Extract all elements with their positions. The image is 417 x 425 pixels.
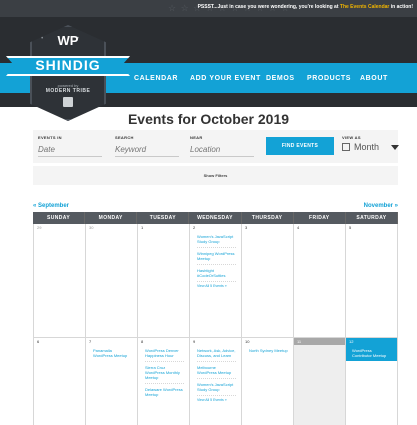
- calendar-icon: [342, 143, 350, 151]
- promo-suffix: in action!: [390, 4, 413, 10]
- promo-text: PSSST...Just in case you were wondering,…: [198, 4, 413, 10]
- day-number[interactable]: 12: [346, 338, 397, 345]
- day-number[interactable]: 3: [242, 224, 293, 231]
- day-cell: 11: [294, 338, 346, 425]
- event-link[interactable]: Panamalla WordPress Meetup: [93, 346, 132, 361]
- site-header: CALENDAR ADD YOUR EVENT DEMOS PRODUCTS A…: [0, 17, 417, 121]
- day-cell: 12 WordPress Contributor Meetup: [346, 338, 398, 425]
- event-link[interactable]: Melbourne WordPress Meetup: [197, 363, 236, 379]
- day-number[interactable]: 8: [138, 338, 189, 345]
- find-events-button[interactable]: FIND EVENTS: [266, 137, 334, 155]
- show-filters-button[interactable]: Show Filters: [33, 166, 398, 185]
- view-as-label: VIEW AS: [342, 135, 361, 140]
- event-link[interactable]: North Sydney Meetup: [249, 346, 288, 356]
- logo-brand: MODERN TRIBE: [45, 88, 91, 94]
- calendar-week: 6 7 Panamalla WordPress Meetup 8 WordPress D…: [33, 338, 398, 425]
- day-cell: 2 Women's JavaScript Study Group Winnipeg …: [190, 224, 242, 338]
- view-all-events-link[interactable]: View All 5 Events »: [197, 398, 241, 402]
- weekday-monday: MONDAY: [85, 212, 138, 224]
- day-cell: 7 Panamalla WordPress Meetup: [86, 338, 138, 425]
- calendar-weeks: 29 30 1 2 Women's JavaScript Study Group Winn…: [33, 224, 398, 425]
- view-all-events-link[interactable]: View All 5 Events »: [197, 284, 241, 288]
- day-number[interactable]: 1: [138, 224, 189, 231]
- day-number[interactable]: 7: [86, 338, 137, 345]
- day-number[interactable]: 11: [294, 338, 345, 345]
- logo-wp: WP: [57, 33, 79, 48]
- view-as-select[interactable]: Month: [342, 142, 400, 152]
- events-in-label: EVENTS IN: [38, 135, 62, 140]
- day-cell: 6: [34, 338, 86, 425]
- day-cell: 29: [34, 224, 86, 338]
- weekday-friday: FRIDAY: [294, 212, 346, 224]
- day-cell: 30: [86, 224, 138, 338]
- prev-month-link[interactable]: « September: [33, 203, 69, 209]
- page: ☆ ☆ ☆ ☆ ☆ ☆ ☆ ☆ ☆ ☆ PSSST...Just in case…: [0, 0, 417, 425]
- event-link[interactable]: WordPress Denver Happiness Hour: [145, 346, 184, 362]
- day-number[interactable]: 6: [34, 338, 85, 345]
- promo-link[interactable]: The Events Calendar: [340, 4, 389, 10]
- day-number[interactable]: 30: [86, 224, 137, 231]
- day-number[interactable]: 10: [242, 338, 293, 345]
- nav-about[interactable]: ABOUT: [360, 63, 388, 93]
- event-link[interactable]: Winnipeg WordPress Meetup: [197, 249, 236, 265]
- day-number[interactable]: 4: [294, 224, 345, 231]
- day-cell: 4: [294, 224, 346, 338]
- event-link[interactable]: Women's JavaScript Study Group: [197, 232, 236, 248]
- nav-demos[interactable]: DEMOS: [266, 63, 295, 93]
- day-cell: 3: [242, 224, 294, 338]
- day-number[interactable]: 2: [190, 224, 241, 231]
- nav-products[interactable]: PRODUCTS: [307, 63, 351, 93]
- date-input[interactable]: [38, 143, 102, 157]
- event-link[interactable]: Delaware WordPress Meetup: [145, 385, 184, 400]
- nav-calendar[interactable]: CALENDAR: [134, 63, 178, 93]
- event-link[interactable]: Hashtight #CodeOrSuttles: [197, 266, 236, 282]
- location-input[interactable]: [190, 143, 254, 157]
- weekday-wednesday: WEDNESDAY: [189, 212, 242, 224]
- event-link[interactable]: Women's JavaScript Study Group: [197, 380, 236, 396]
- day-number[interactable]: 5: [346, 224, 397, 231]
- day-cell: 10 North Sydney Meetup: [242, 338, 294, 425]
- day-number[interactable]: 29: [34, 224, 85, 231]
- event-link[interactable]: Network, Ask, Advice, Discuss, and Learn: [197, 346, 236, 362]
- search-label: SEARCH: [115, 135, 134, 140]
- weekday-thursday: THURSDAY: [242, 212, 294, 224]
- site-logo[interactable]: • • WP SHINDIG powered by MODERN TRIBE: [6, 25, 130, 121]
- weekday-saturday: SATURDAY: [346, 212, 398, 224]
- calendar-week: 29 30 1 2 Women's JavaScript Study Group Winn…: [33, 224, 398, 338]
- event-link[interactable]: Sierra Cruz WordPress Monthly Meetup: [145, 363, 184, 384]
- weekday-sunday: SUNDAY: [33, 212, 86, 224]
- weekday-tuesday: TUESDAY: [137, 212, 190, 224]
- keyword-input[interactable]: [115, 143, 179, 157]
- promo-bar: ☆ ☆ ☆ ☆ ☆ ☆ ☆ ☆ ☆ ☆ PSSST...Just in case…: [0, 0, 417, 17]
- event-link[interactable]: WordPress Contributor Meetup: [346, 345, 397, 361]
- weekday-header: SUNDAY MONDAY TUESDAY WEDNESDAY THURSDAY FRID…: [33, 212, 398, 224]
- chevron-down-icon: [391, 144, 400, 150]
- event-filter-bar: EVENTS IN SEARCH NEAR FIND EVENTS VIEW A…: [33, 130, 400, 163]
- near-label: NEAR: [190, 135, 203, 140]
- next-month-link[interactable]: November »: [364, 203, 398, 209]
- view-as-value: Month: [354, 142, 380, 152]
- day-cell: 1: [138, 224, 190, 338]
- calendar-icon: [63, 97, 73, 107]
- nav-add-event[interactable]: ADD YOUR EVENT: [190, 63, 261, 93]
- page-title: Events for October 2019: [127, 111, 290, 127]
- logo-name: SHINDIG: [35, 57, 101, 73]
- day-number[interactable]: 9: [190, 338, 241, 345]
- promo-lead: PSSST...Just in case you were wondering,…: [197, 4, 339, 10]
- day-cell: 5: [346, 224, 398, 338]
- day-cell: 8 WordPress Denver Happiness Hour Sierra C…: [138, 338, 190, 425]
- month-calendar: SUNDAY MONDAY TUESDAY WEDNESDAY THURSDAY FRID…: [33, 212, 398, 425]
- day-cell: 9 Network, Ask, Advice, Discuss, and Lear…: [190, 338, 242, 425]
